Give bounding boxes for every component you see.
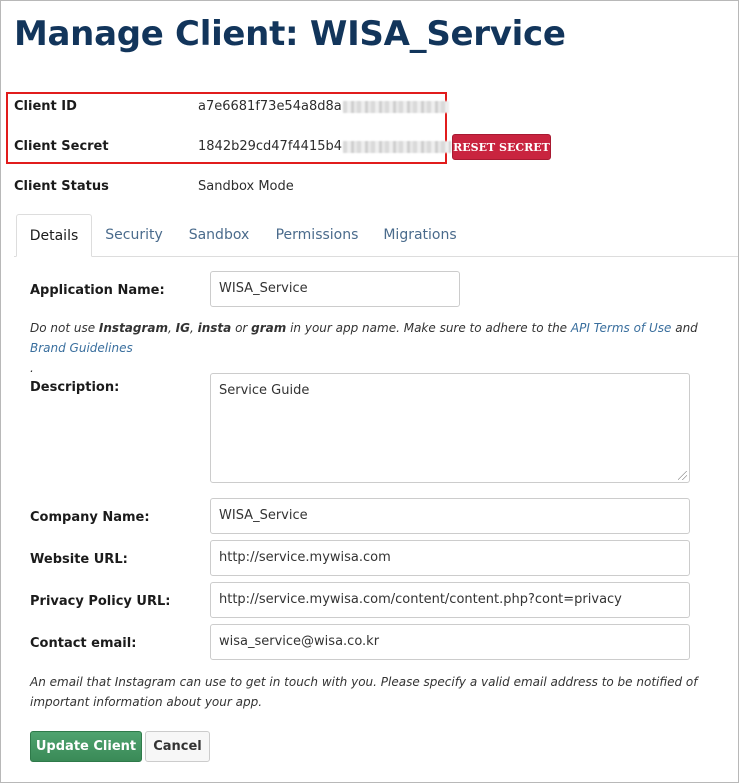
tab-migrations[interactable]: Migrations bbox=[378, 214, 462, 256]
update-client-button[interactable]: Update Client bbox=[30, 731, 142, 762]
tab-details[interactable]: Details bbox=[16, 214, 92, 257]
page-title: Manage Client: WISA_Service bbox=[14, 14, 566, 54]
contact-email-label: Contact email: bbox=[30, 636, 137, 651]
redacted-blur bbox=[342, 100, 449, 113]
tab-security[interactable]: Security bbox=[100, 214, 168, 256]
client-status-value: Sandbox Mode bbox=[198, 179, 294, 194]
client-secret-value[interactable]: 1842b29cd47f4415b4 bbox=[198, 139, 452, 154]
redacted-blur bbox=[343, 140, 452, 153]
cancel-button[interactable]: Cancel bbox=[145, 731, 210, 762]
api-terms-link[interactable]: API Terms of Use bbox=[571, 321, 672, 335]
privacy-policy-url-label: Privacy Policy URL: bbox=[30, 594, 171, 609]
privacy-policy-url-input[interactable]: http://service.mywisa.com/content/conten… bbox=[210, 582, 690, 618]
company-name-label: Company Name: bbox=[30, 510, 150, 525]
description-textarea[interactable]: Service Guide bbox=[210, 373, 690, 483]
website-url-label: Website URL: bbox=[30, 552, 128, 567]
application-name-input[interactable]: WISA_Service bbox=[210, 271, 460, 307]
contact-email-input[interactable]: wisa_service@wisa.co.kr bbox=[210, 624, 690, 660]
client-id-label: Client ID bbox=[14, 99, 77, 114]
tab-sandbox[interactable]: Sandbox bbox=[184, 214, 254, 256]
reset-secret-button[interactable]: RESET SECRET bbox=[452, 134, 551, 160]
resize-grip-icon[interactable] bbox=[678, 471, 687, 480]
tab-permissions[interactable]: Permissions bbox=[272, 214, 362, 256]
client-secret-label: Client Secret bbox=[14, 139, 109, 154]
website-url-input[interactable]: http://service.mywisa.com bbox=[210, 540, 690, 576]
contact-email-help: An email that Instagram can use to get i… bbox=[30, 675, 698, 709]
description-label: Description: bbox=[30, 380, 120, 395]
client-id-value[interactable]: a7e6681f73e54a8d8a bbox=[198, 99, 449, 114]
application-name-help: Do not use Instagram, IG, insta or gram … bbox=[30, 321, 698, 375]
company-name-input[interactable]: WISA_Service bbox=[210, 498, 690, 534]
brand-guidelines-link[interactable]: Brand Guidelines bbox=[30, 341, 133, 355]
tab-bar: Details Security Sandbox Permissions Mig… bbox=[14, 214, 738, 257]
client-status-label: Client Status bbox=[14, 179, 109, 194]
application-name-label: Application Name: bbox=[30, 283, 165, 298]
